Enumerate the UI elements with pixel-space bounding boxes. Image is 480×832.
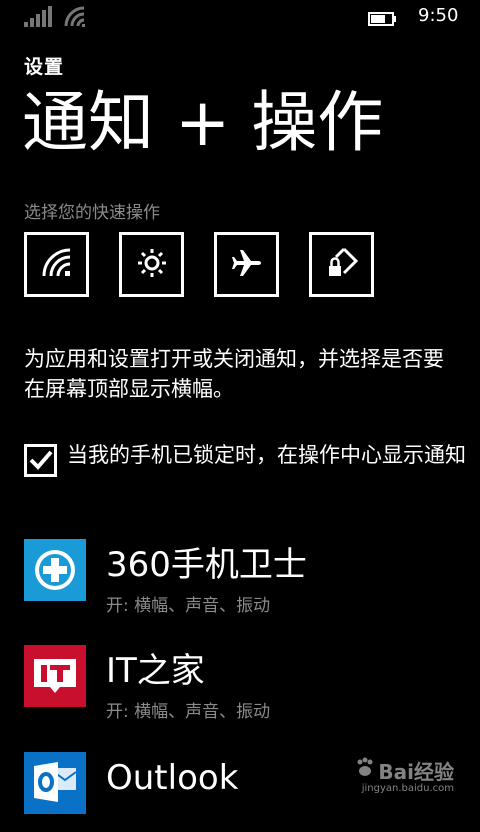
airplane-icon <box>230 246 264 284</box>
app-item-360[interactable]: 360手机卫士 开: 横幅、声音、振动 <box>24 539 464 619</box>
quick-action-brightness[interactable] <box>119 232 184 297</box>
it-logo-icon <box>24 659 86 711</box>
rotation-lock-icon <box>324 245 360 285</box>
quick-actions-row <box>24 232 374 297</box>
checkmark-icon <box>29 450 53 470</box>
baidu-jingyan-watermark: Bai经验 jingyan.baidu.com <box>354 756 454 794</box>
app-tile-outlook <box>24 752 86 814</box>
wifi-icon <box>41 247 73 283</box>
wifi-icon <box>64 6 86 32</box>
app-name: 360手机卫士 <box>106 545 307 585</box>
quick-actions-heading: 选择您的快速操作 <box>24 203 160 223</box>
signal-bars-icon <box>24 6 54 32</box>
plus-shield-icon <box>24 550 86 605</box>
app-item-ithome[interactable]: IT之家 开: 横幅、声音、振动 <box>24 645 464 725</box>
lock-screen-checkbox[interactable] <box>24 444 57 477</box>
outlook-icon <box>24 762 86 818</box>
app-tile-360 <box>24 539 86 601</box>
app-label: 设置 <box>24 56 65 78</box>
app-name: Outlook <box>106 758 239 798</box>
app-notification-status: 开: 横幅、声音、振动 <box>106 702 271 722</box>
battery-icon <box>368 11 398 30</box>
brightness-icon <box>136 247 168 283</box>
lock-screen-checkbox-label: 当我的手机已锁定时，在操作中心显示通知 <box>67 443 466 467</box>
quick-action-rotation-lock[interactable] <box>309 232 374 297</box>
app-name: IT之家 <box>106 651 205 691</box>
quick-action-wifi[interactable] <box>24 232 89 297</box>
page-title: 通知 + 操作 <box>22 84 384 161</box>
status-bar: 9:50 <box>0 0 480 32</box>
notification-description: 为应用和设置打开或关闭通知，并选择是否要在屏幕顶部显示横幅。 <box>24 347 444 401</box>
quick-action-airplane[interactable] <box>214 232 279 297</box>
watermark-logo-text: Bai经验 <box>378 760 454 784</box>
app-notification-status: 开: 横幅、声音、振动 <box>106 596 271 616</box>
paw-icon <box>354 757 376 784</box>
app-tile-ithome <box>24 645 86 707</box>
watermark-url: jingyan.baidu.com <box>361 783 454 794</box>
clock: 9:50 <box>418 5 459 26</box>
watermark-logo: Bai经验 <box>354 756 454 785</box>
